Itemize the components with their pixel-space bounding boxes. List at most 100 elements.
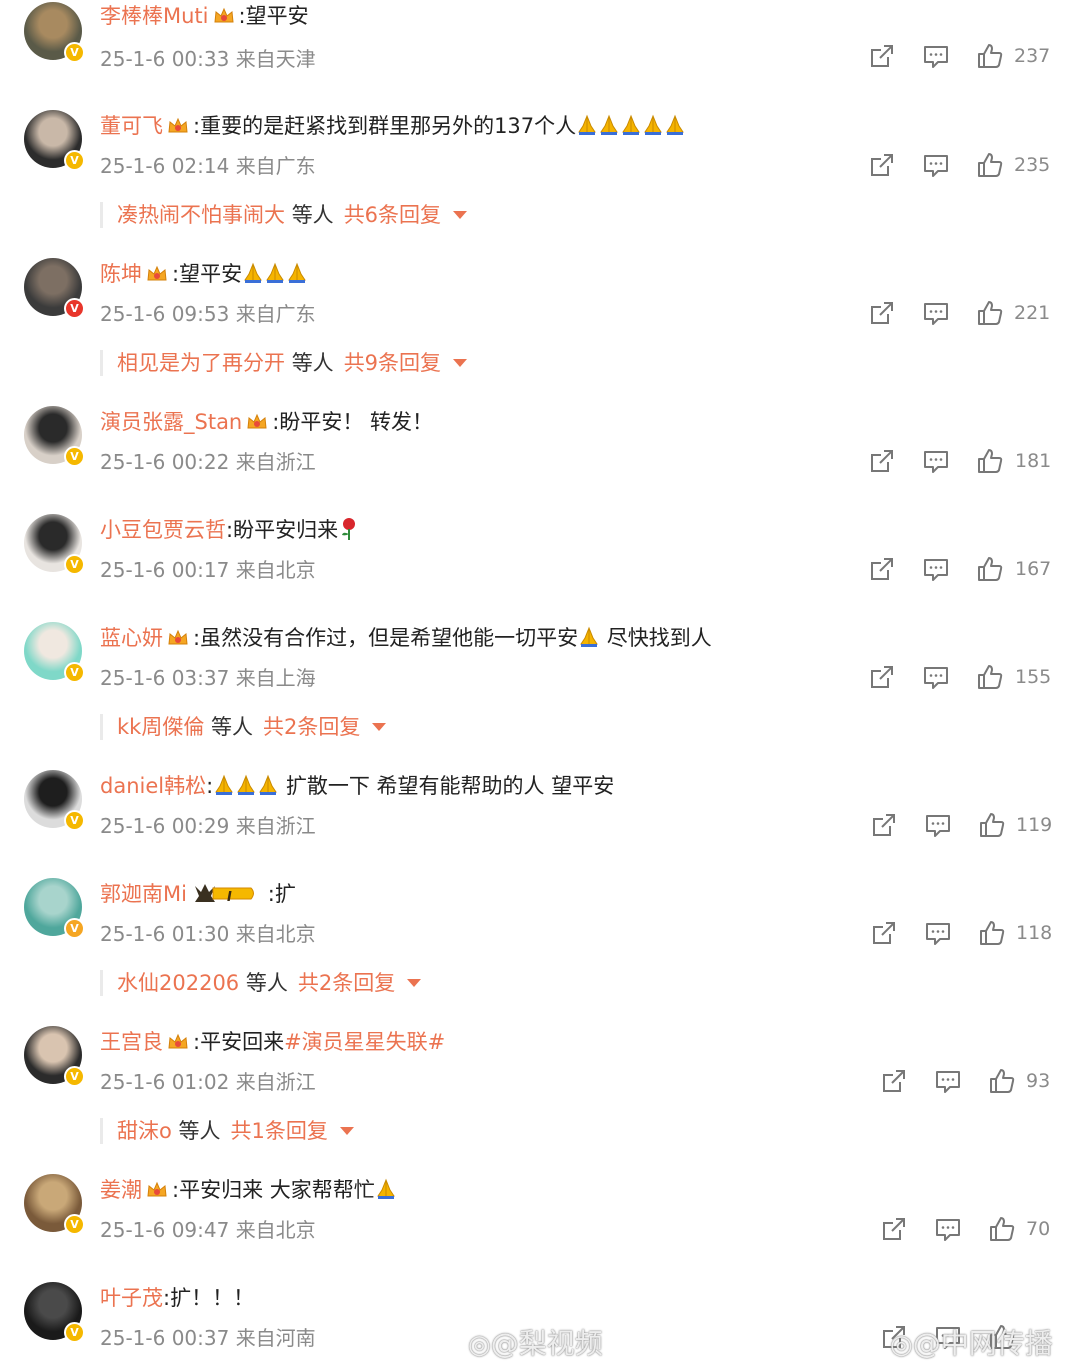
like-icon[interactable] — [976, 663, 1004, 691]
avatar[interactable]: V — [24, 1026, 85, 1087]
share-icon[interactable] — [880, 1215, 908, 1243]
comment-location: 来自上海 — [235, 666, 316, 690]
share-icon[interactable] — [868, 299, 896, 327]
avatar[interactable]: V — [24, 406, 85, 467]
view-replies-link[interactable]: 甜沫o 等人 共1条回复 — [100, 1118, 354, 1144]
comment-time: 25-1-6 00:17 — [100, 558, 230, 582]
share-icon[interactable] — [868, 555, 896, 583]
username-link[interactable]: 董可飞 — [100, 114, 163, 138]
crown-icon — [168, 1033, 188, 1049]
watermark-left: ◎@梨视频 — [468, 1322, 603, 1362]
reply-icon[interactable] — [922, 555, 950, 583]
reply-icon[interactable] — [934, 1215, 962, 1243]
view-replies-link[interactable]: 相见是为了再分开 等人 共9条回复 — [100, 350, 468, 376]
praying-hands-icon — [215, 774, 233, 795]
username-link[interactable]: 演员张露_Stan — [100, 410, 242, 434]
share-icon[interactable] — [868, 42, 896, 70]
verified-badge-icon: V — [64, 446, 85, 467]
avatar[interactable]: V — [24, 2, 85, 63]
comment-text: :重要的是赶紧找到群里那另外的137个人 — [193, 114, 577, 138]
praying-hands-icon — [266, 262, 284, 283]
praying-hands-icon — [578, 114, 596, 135]
comment-meta: 25-1-6 01:30 来自北京 — [100, 921, 316, 947]
avatar[interactable]: V — [24, 514, 85, 575]
avatar[interactable]: V — [24, 1174, 85, 1235]
comment-meta: 25-1-6 09:53 来自广东 — [100, 301, 316, 327]
member-level-badge — [193, 882, 257, 911]
like-count: 118 — [1016, 922, 1053, 944]
username-link[interactable]: 叶子茂 — [100, 1286, 163, 1310]
share-icon[interactable] — [870, 811, 898, 839]
reply-icon[interactable] — [924, 811, 952, 839]
view-replies-link[interactable]: 水仙202206 等人 共2条回复 — [100, 970, 422, 996]
share-icon[interactable] — [880, 1067, 908, 1095]
avatar[interactable]: V — [24, 1282, 85, 1343]
username-link[interactable]: 郭迦南Mi — [100, 882, 187, 906]
reply-suffix: 等人 — [178, 1119, 221, 1143]
reply-icon[interactable] — [934, 1067, 962, 1095]
comment-text: :平安归来 大家帮帮忙 — [172, 1178, 375, 1202]
like-icon[interactable] — [978, 811, 1006, 839]
verified-badge-icon: V — [64, 1322, 85, 1343]
comment-text-continued: 扩散一下 希望有能帮助的人 望平安 — [285, 774, 615, 798]
verified-badge-icon: V — [64, 918, 85, 939]
avatar[interactable]: V — [24, 110, 85, 171]
comment-text-continued: 尽快找到人 — [606, 626, 712, 650]
reply-icon[interactable] — [924, 919, 952, 947]
avatar[interactable]: V — [24, 622, 85, 683]
comment-text: :盼平安归来 — [226, 518, 339, 542]
comment-meta: 25-1-6 00:37 来自河南 — [100, 1325, 316, 1351]
praying-hands-icon — [644, 114, 662, 135]
like-icon[interactable] — [976, 555, 1004, 583]
like-count: 221 — [1014, 302, 1051, 324]
username-link[interactable]: 蓝心妍 — [100, 626, 163, 650]
reply-icon[interactable] — [922, 42, 950, 70]
comment-location: 来自广东 — [235, 302, 316, 326]
avatar[interactable]: V — [24, 770, 85, 831]
reply-icon[interactable] — [922, 447, 950, 475]
like-icon[interactable] — [978, 919, 1006, 947]
comment-text: :望平安 — [238, 4, 309, 28]
avatar[interactable]: V — [24, 258, 85, 319]
comment-time: 25-1-6 00:29 — [100, 814, 230, 838]
reply-count: 共2条回复 — [297, 971, 396, 995]
like-icon[interactable] — [976, 299, 1004, 327]
view-replies-link[interactable]: kk周傑倫 等人 共2条回复 — [100, 714, 387, 740]
comment-body: daniel韩松: 扩散一下 希望有能帮助的人 望平安 — [100, 772, 614, 800]
reply-icon[interactable] — [922, 299, 950, 327]
username-link[interactable]: 王宫良 — [100, 1030, 163, 1054]
like-icon[interactable] — [976, 151, 1004, 179]
avatar[interactable]: V — [24, 878, 85, 939]
comment-meta: 25-1-6 00:29 来自浙江 — [100, 813, 316, 839]
verified-badge-icon: V — [64, 1214, 85, 1235]
like-icon[interactable] — [976, 42, 1004, 70]
share-icon[interactable] — [868, 447, 896, 475]
username-link[interactable]: 小豆包贾云哲 — [100, 518, 226, 542]
comment-time: 25-1-6 01:02 — [100, 1070, 230, 1094]
reply-icon[interactable] — [922, 663, 950, 691]
share-icon[interactable] — [868, 663, 896, 691]
like-icon[interactable] — [988, 1215, 1016, 1243]
like-icon[interactable] — [988, 1067, 1016, 1095]
share-icon[interactable] — [868, 151, 896, 179]
verified-badge-icon: V — [64, 298, 85, 319]
username-link[interactable]: 李棒棒Muti — [100, 4, 209, 28]
comment-meta: 25-1-6 03:37 来自上海 — [100, 665, 316, 691]
like-icon[interactable] — [976, 447, 1004, 475]
username-link[interactable]: daniel韩松 — [100, 774, 206, 798]
topic-link[interactable]: #演员星星失联# — [284, 1030, 445, 1054]
comment-meta: 25-1-6 02:14 来自广东 — [100, 153, 316, 179]
comment-time: 25-1-6 00:22 — [100, 450, 230, 474]
view-replies-link[interactable]: 凑热闹不怕事闹大 等人 共6条回复 — [100, 202, 468, 228]
reply-author: 甜沫o — [117, 1119, 172, 1143]
username-link[interactable]: 陈坤 — [100, 262, 142, 286]
share-icon[interactable] — [870, 919, 898, 947]
praying-hands-icon — [288, 262, 306, 283]
reply-suffix: 等人 — [211, 715, 254, 739]
reply-icon[interactable] — [922, 151, 950, 179]
comment-text: : — [206, 774, 214, 798]
username-link[interactable]: 姜潮 — [100, 1178, 142, 1202]
watermark-right-text: @中网传播 — [912, 1327, 1053, 1360]
crown-icon — [147, 1181, 167, 1197]
comment-time: 25-1-6 09:47 — [100, 1218, 230, 1242]
